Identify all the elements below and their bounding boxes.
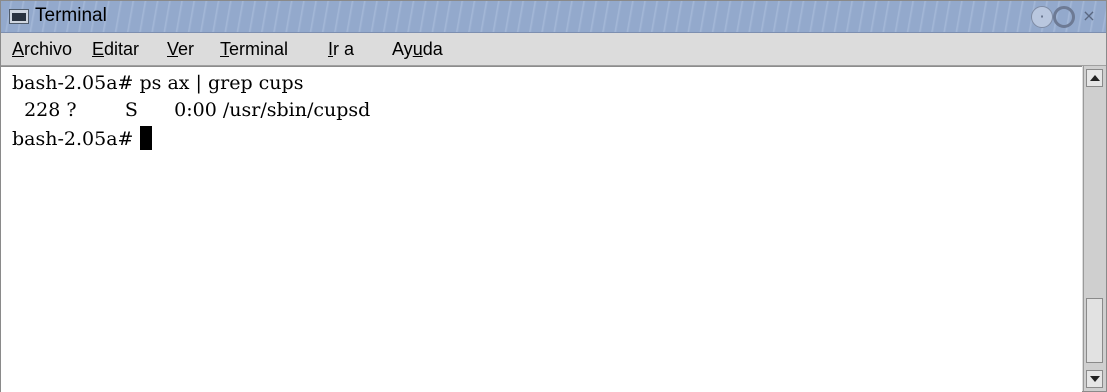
terminal-prompt: bash-2.05a# (12, 128, 140, 150)
menu-label: er (178, 39, 195, 59)
vertical-scrollbar[interactable] (1083, 66, 1106, 391)
scrollbar-thumb[interactable] (1086, 298, 1103, 363)
minimize-icon[interactable]: · (1031, 6, 1053, 28)
menu-ir-a[interactable]: Ir a (328, 39, 354, 60)
menu-bar: Archivo Editar Ver Terminal Ir a Ayuda (1, 33, 1106, 66)
menu-terminal[interactable]: Terminal (220, 39, 288, 60)
terminal-line: 228 ? S 0:00 /usr/sbin/cupsd (12, 99, 371, 121)
menu-label: da (422, 39, 443, 59)
menu-label: erminal (229, 39, 289, 59)
menu-ayuda[interactable]: Ayuda (392, 39, 443, 60)
menu-mnemonic: T (220, 39, 229, 59)
terminal-output[interactable]: bash-2.05a# ps ax | grep cups 228 ? S 0:… (1, 66, 1082, 392)
text-cursor (139, 126, 152, 150)
menu-mnemonic: E (92, 39, 105, 59)
maximize-icon[interactable] (1053, 6, 1075, 28)
menu-label: ditar (104, 39, 140, 59)
title-bar[interactable]: Terminal · × (1, 1, 1106, 33)
menu-ver[interactable]: Ver (167, 39, 194, 60)
menu-mnemonic: u (412, 39, 423, 59)
arrow-up-icon[interactable] (1086, 69, 1103, 87)
close-icon[interactable]: × (1078, 6, 1100, 28)
menu-editar[interactable]: Editar (92, 39, 139, 60)
window-title: Terminal (35, 5, 107, 26)
terminal-window: Terminal · × Archivo Editar Ver Terminal… (0, 0, 1107, 392)
arrow-down-icon[interactable] (1086, 370, 1103, 388)
menu-mnemonic: A (12, 39, 25, 59)
terminal-line: bash-2.05a# ps ax | grep cups (12, 72, 304, 94)
menu-label: Ay (392, 39, 413, 59)
terminal-icon[interactable] (9, 9, 29, 24)
menu-archivo[interactable]: Archivo (12, 39, 72, 60)
menu-mnemonic: V (167, 39, 179, 59)
terminal-prompt-line: bash-2.05a# (12, 126, 152, 150)
menu-label: r a (333, 39, 355, 59)
menu-label: rchivo (24, 39, 73, 59)
